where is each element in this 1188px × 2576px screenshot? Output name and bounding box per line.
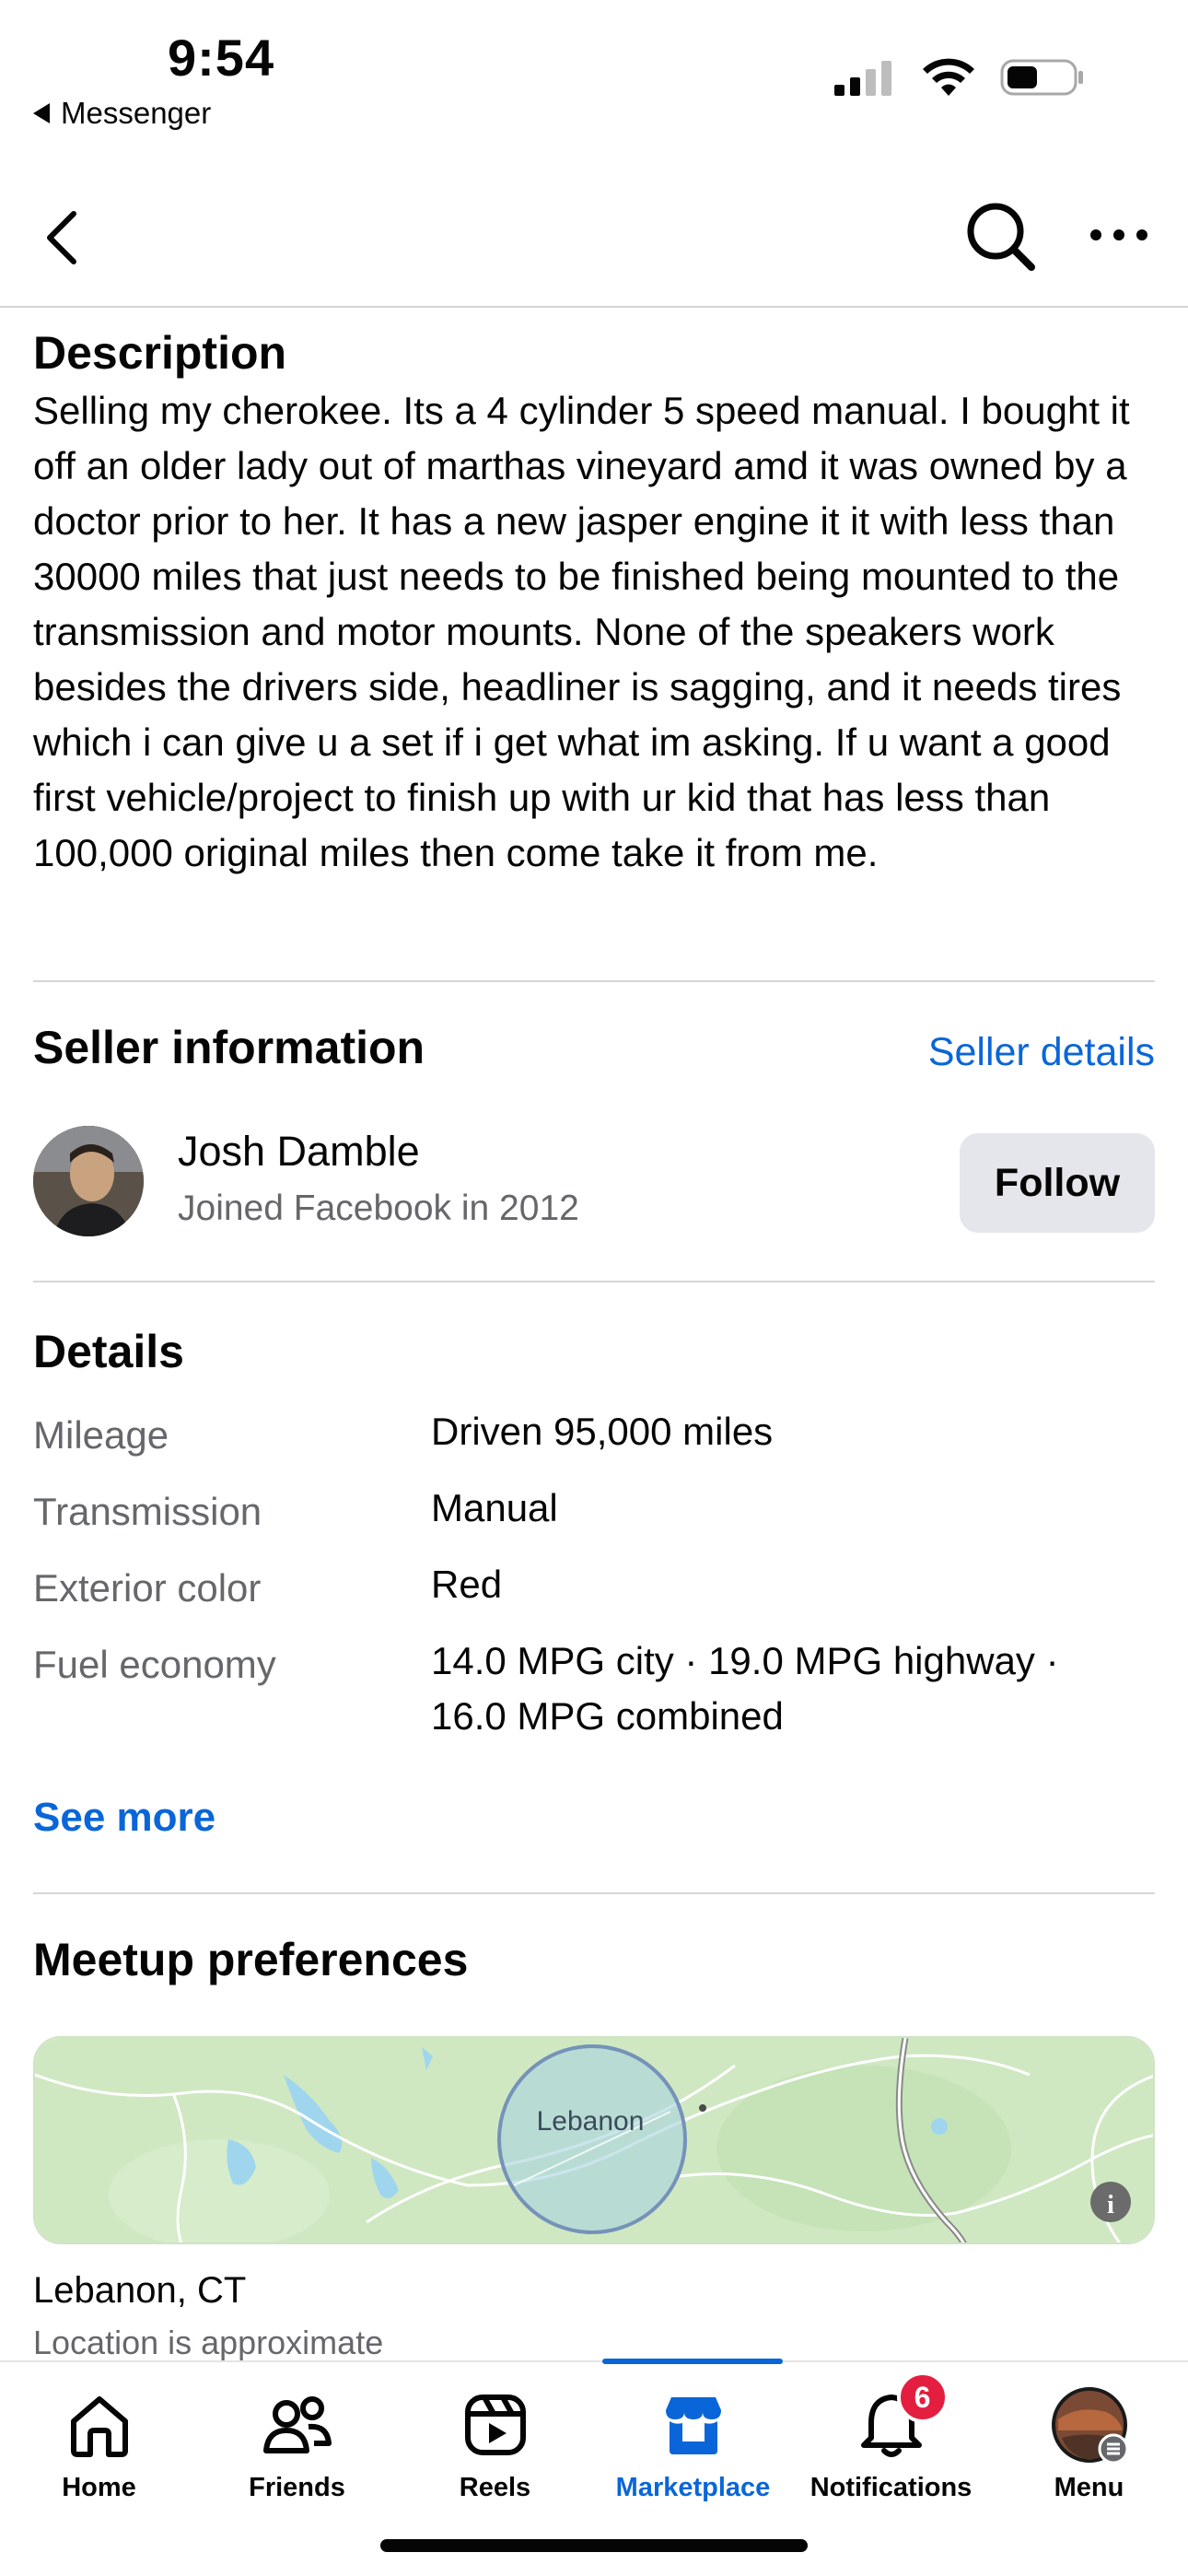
seller-avatar[interactable] — [33, 1126, 144, 1236]
detail-label-transmission: Transmission — [33, 1490, 262, 1533]
top-nav — [0, 166, 1188, 308]
seller-photo-icon — [33, 1126, 144, 1236]
location-city: Lebanon, CT — [33, 2270, 247, 2311]
meetup-map[interactable]: Lebanon i — [33, 2036, 1155, 2244]
status-bar: 9:54 Messenger — [0, 0, 1188, 138]
marketplace-icon — [655, 2386, 732, 2464]
notification-badge: 6 — [896, 2371, 949, 2423]
home-icon — [61, 2386, 138, 2464]
detail-value-fuel-economy: 14.0 MPG city · 19.0 MPG highway · 16.0 … — [431, 1639, 1059, 1738]
divider — [33, 980, 1155, 982]
more-options-button[interactable] — [1087, 217, 1151, 253]
back-app-label: Messenger — [61, 96, 212, 130]
back-triangle-icon — [33, 103, 50, 123]
friends-icon — [259, 2386, 336, 2464]
wifi-icon — [923, 58, 974, 96]
tab-home-label: Home — [62, 2473, 136, 2502]
cellular-signal-icon — [834, 61, 891, 96]
svg-text:i: i — [1107, 2191, 1114, 2219]
detail-value-mileage: Driven 95,000 miles — [431, 1410, 774, 1453]
divider — [33, 1281, 1155, 1282]
see-more-link[interactable]: See more — [33, 1795, 215, 1841]
home-indicator[interactable] — [380, 2539, 808, 2552]
back-to-app-link[interactable]: Messenger — [33, 96, 211, 131]
seller-details-link[interactable]: Seller details — [928, 1030, 1155, 1075]
tab-notifications[interactable]: 6 Notifications — [792, 2362, 990, 2528]
tab-reels-label: Reels — [459, 2473, 531, 2502]
divider — [33, 1892, 1155, 1894]
tab-friends-label: Friends — [249, 2473, 345, 2502]
reels-icon — [457, 2386, 534, 2464]
battery-icon — [1000, 59, 1083, 96]
detail-value-exterior-color: Red — [431, 1563, 503, 1606]
description-heading: Description — [33, 327, 287, 379]
more-horizontal-icon — [1090, 229, 1147, 240]
bell-icon: 6 — [853, 2371, 949, 2464]
detail-label-mileage: Mileage — [33, 1413, 169, 1457]
tab-reels[interactable]: Reels — [396, 2362, 594, 2528]
seller-name[interactable]: Josh Damble — [178, 1128, 420, 1176]
tab-friends[interactable]: Friends — [198, 2362, 396, 2528]
map-city-label: Lebanon — [537, 2106, 645, 2137]
location-note: Location is approximate — [33, 2324, 384, 2361]
back-button[interactable] — [37, 201, 101, 275]
search-button[interactable] — [965, 201, 1037, 273]
status-icons — [833, 57, 1085, 98]
profile-menu-icon — [1051, 2386, 1128, 2464]
tab-home[interactable]: Home — [0, 2362, 198, 2528]
detail-label-exterior-color: Exterior color — [33, 1566, 262, 1610]
tab-marketplace[interactable]: Marketplace — [594, 2362, 792, 2528]
meetup-heading: Meetup preferences — [33, 1934, 469, 1985]
tab-menu-label: Menu — [1054, 2473, 1124, 2502]
description-text: Selling my cherokee. Its a 4 cylinder 5 … — [33, 389, 1130, 874]
search-icon — [967, 203, 1035, 271]
map-graphic: Lebanon i — [35, 2038, 1153, 2242]
detail-value-transmission: Manual — [431, 1486, 558, 1529]
tab-menu[interactable]: Menu — [990, 2362, 1188, 2528]
tab-marketplace-label: Marketplace — [615, 2473, 771, 2502]
status-time: 9:54 — [168, 29, 275, 87]
detail-label-fuel-economy: Fuel economy — [33, 1643, 276, 1686]
tab-notifications-label: Notifications — [809, 2473, 973, 2502]
seller-info-heading: Seller information — [33, 1022, 425, 1073]
follow-button[interactable]: Follow — [960, 1133, 1155, 1233]
seller-joined-date: Joined Facebook in 2012 — [178, 1188, 579, 1228]
details-heading: Details — [33, 1326, 184, 1377]
chevron-left-icon — [47, 211, 76, 264]
